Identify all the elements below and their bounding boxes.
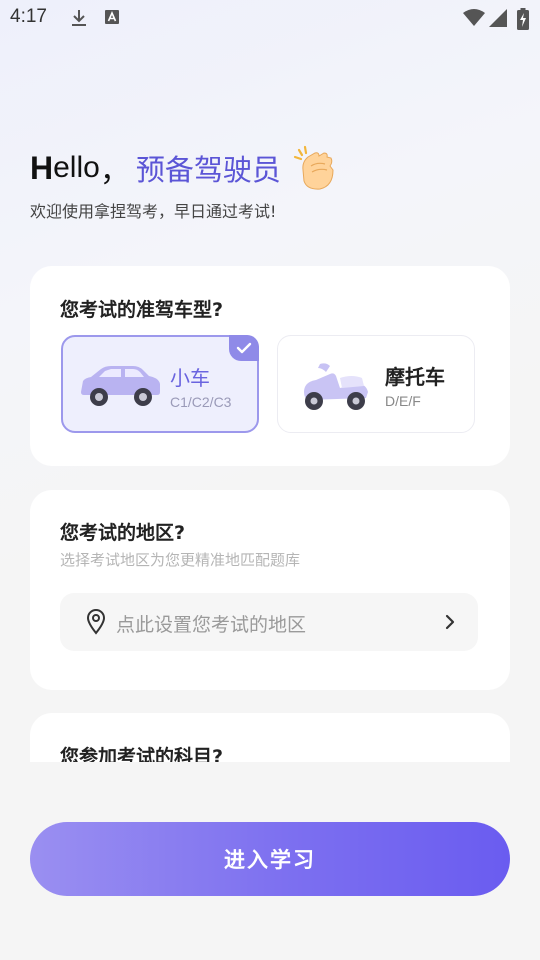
selected-check-icon bbox=[229, 335, 259, 361]
vehicle-option-car-name: 小车 bbox=[170, 366, 210, 390]
region-card: 您考试的地区? 选择考试地区为您更精准地匹配题库 点此设置您考试的地区 bbox=[30, 490, 510, 690]
subject-title: 您参加考试的科目? bbox=[60, 746, 224, 762]
car-icon bbox=[81, 366, 160, 406]
region-selector[interactable]: 点此设置您考试的地区 bbox=[60, 593, 478, 651]
motorcycle-icon bbox=[304, 363, 368, 410]
status-bar: 4:17 bbox=[0, 0, 540, 36]
download-icon bbox=[72, 10, 86, 26]
region-placeholder: 点此设置您考试的地区 bbox=[116, 614, 307, 636]
greeting-title: Hello，预备驾驶员 bbox=[30, 145, 337, 190]
vehicle-option-car-license: C1/C2/C3 bbox=[170, 394, 232, 410]
hello-h: H bbox=[30, 149, 54, 186]
region-hint: 选择考试地区为您更精准地匹配题库 bbox=[60, 551, 301, 569]
vehicle-option-motorcycle-name: 摩托车 bbox=[385, 365, 445, 389]
a-icon bbox=[105, 10, 119, 24]
greeting-subtitle: 欢迎使用拿捏驾考，早日通过考试! bbox=[30, 202, 277, 221]
hello-comma: ， bbox=[99, 154, 130, 189]
vehicle-option-motorcycle-license: D/E/F bbox=[385, 393, 421, 409]
status-time: 4:17 bbox=[10, 6, 47, 27]
vehicle-type-title: 您考试的准驾车型? bbox=[60, 299, 224, 321]
subject-card: 您参加考试的科目? bbox=[30, 713, 510, 762]
vehicle-option-motorcycle[interactable]: 摩托车 D/E/F bbox=[277, 335, 475, 433]
battery-icon bbox=[517, 8, 529, 30]
location-pin-icon bbox=[86, 609, 106, 635]
chevron-right-icon bbox=[445, 614, 455, 630]
enter-study-button[interactable]: 进入学习 bbox=[30, 822, 510, 896]
signal-icon bbox=[489, 9, 507, 27]
region-title: 您考试的地区? bbox=[60, 522, 186, 544]
vehicle-type-card: 您考试的准驾车型? 小车 C1/C2/C3 摩托车 D/E/F bbox=[30, 266, 510, 466]
vehicle-option-car[interactable]: 小车 C1/C2/C3 bbox=[61, 335, 259, 433]
clapping-hands-icon bbox=[293, 145, 334, 190]
wifi-icon bbox=[463, 9, 485, 26]
hello-rest: ello bbox=[53, 151, 100, 184]
user-title: 预备驾驶员 bbox=[135, 153, 281, 187]
